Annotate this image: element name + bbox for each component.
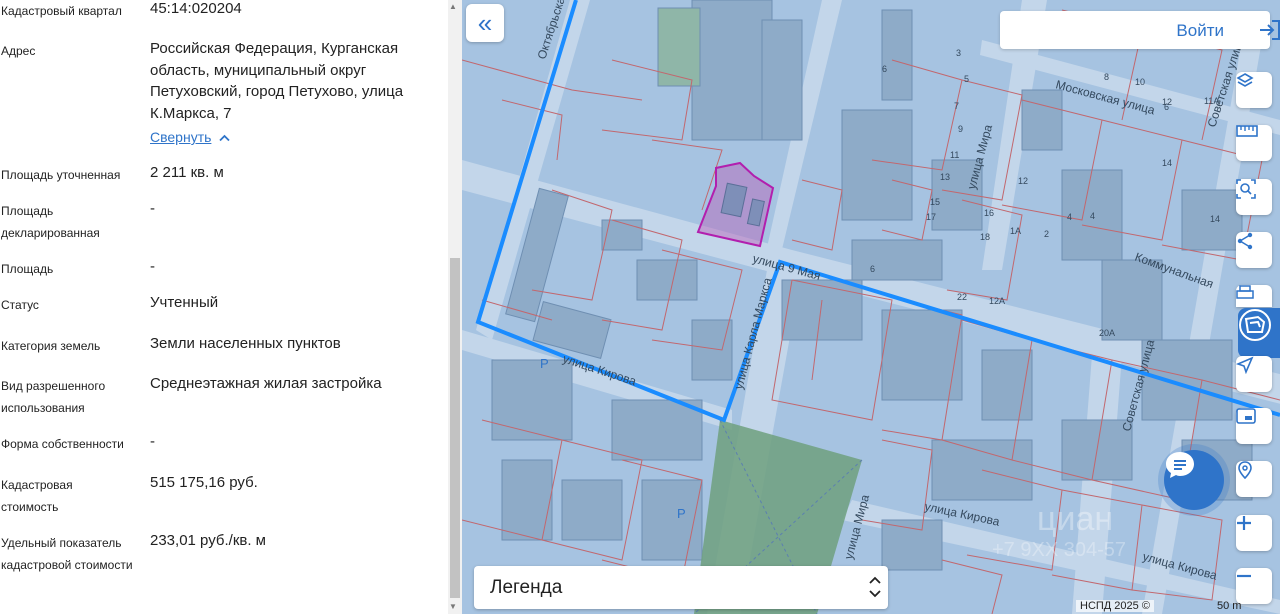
info-value[interactable]: Земли населенных пунктов <box>150 333 440 355</box>
legend-dropdown[interactable]: Легенда <box>474 566 888 609</box>
info-label: Категория земель <box>1 339 101 353</box>
svg-text:17: 17 <box>926 212 936 222</box>
svg-text:6: 6 <box>870 264 875 274</box>
svg-text:2: 2 <box>1044 229 1049 239</box>
zoom-in-button[interactable] <box>1236 515 1272 551</box>
svg-text:12: 12 <box>1018 176 1028 186</box>
legend-label: Легенда <box>490 577 563 598</box>
minimap-button[interactable] <box>1236 408 1272 444</box>
svg-text:20А: 20А <box>1099 328 1115 338</box>
app-root: Кадастровый квартал 45:14:020204 Адрес Р… <box>0 0 1280 614</box>
info-value[interactable]: Российская Федерация, Курганская область… <box>150 38 438 124</box>
info-value[interactable]: Учтенный <box>150 292 440 314</box>
parcel-info-panel: Кадастровый квартал 45:14:020204 Адрес Р… <box>0 0 462 614</box>
pin-search-button[interactable] <box>1236 461 1272 497</box>
info-label: Адрес <box>1 44 36 58</box>
parking-label-1: P <box>540 356 549 371</box>
svg-text:9: 9 <box>958 124 963 134</box>
svg-text:1А: 1А <box>1010 226 1021 236</box>
svg-text:11А: 11А <box>1204 96 1219 106</box>
map-view[interactable]: Октябрьская Московская улица Советская у… <box>462 0 1280 614</box>
svg-text:16: 16 <box>984 208 994 218</box>
my-location-button[interactable] <box>1236 356 1272 392</box>
print-button[interactable] <box>1236 285 1272 307</box>
login-button[interactable]: Войти <box>1000 11 1280 49</box>
scroll-up-arrow-icon[interactable]: ▲ <box>449 2 457 11</box>
zoom-out-button[interactable] <box>1236 568 1272 604</box>
svg-text:13: 13 <box>940 172 950 182</box>
map-canvas[interactable]: Октябрьская Московская улица Советская у… <box>462 0 1280 614</box>
info-value[interactable]: 515 175,16 руб. <box>150 472 440 494</box>
info-value[interactable]: - <box>150 431 440 453</box>
svg-text:11: 11 <box>950 150 959 160</box>
svg-text:7: 7 <box>954 101 959 111</box>
svg-text:12А: 12А <box>989 296 1005 306</box>
info-value[interactable]: Среднеэтажная жилая застройка <box>150 373 440 395</box>
login-label: Войти <box>1176 21 1224 40</box>
collapse-label: Свернуть <box>150 129 212 145</box>
collapse-panel-button[interactable]: « <box>466 4 504 42</box>
svg-text:14: 14 <box>1162 158 1172 168</box>
cadastral-map-badge[interactable] <box>1238 308 1280 358</box>
svg-text:3: 3 <box>956 48 961 58</box>
info-label: Статус <box>1 298 39 312</box>
svg-text:4: 4 <box>1090 211 1095 221</box>
info-label: Площадь декларированная <box>1 204 100 240</box>
info-label: Удельный показатель кадастровой стоимост… <box>1 536 133 572</box>
panel-scrollbar-thumb[interactable] <box>450 258 460 598</box>
info-label: Площадь уточненная <box>1 168 121 182</box>
chat-button[interactable] <box>1164 450 1224 510</box>
map-scale-label: 50 m <box>1217 600 1242 612</box>
parking-label-2: P <box>677 506 686 521</box>
svg-text:22: 22 <box>957 292 967 302</box>
layers-button[interactable] <box>1236 72 1272 108</box>
info-value[interactable]: - <box>150 198 440 220</box>
svg-text:10: 10 <box>1135 77 1145 87</box>
double-chevron-left-icon: « <box>477 8 493 38</box>
svg-text:4: 4 <box>1067 212 1072 222</box>
info-label: Кадастровый квартал <box>1 4 122 18</box>
info-value[interactable]: - <box>150 256 440 278</box>
share-button[interactable] <box>1236 232 1272 268</box>
svg-text:5: 5 <box>964 74 969 84</box>
svg-text:6: 6 <box>1164 102 1169 112</box>
info-label: Кадастровая стоимость <box>1 478 73 514</box>
svg-text:15: 15 <box>930 197 940 207</box>
chevron-up-icon <box>219 129 231 145</box>
info-value[interactable]: 2 211 кв. м <box>150 162 440 184</box>
watermark-text: циан <box>1037 500 1113 538</box>
info-label: Форма собственности <box>1 437 124 451</box>
ruler-button[interactable] <box>1236 125 1272 161</box>
svg-text:6: 6 <box>882 64 887 74</box>
svg-text:8: 8 <box>1104 72 1109 82</box>
svg-text:14: 14 <box>1210 214 1220 224</box>
svg-text:18: 18 <box>980 232 990 242</box>
map-attribution: НСПД 2025 © <box>1076 600 1154 612</box>
info-value[interactable]: 233,01 руб./кв. м <box>150 530 440 552</box>
scroll-down-arrow-icon[interactable]: ▼ <box>449 602 457 611</box>
area-search-button[interactable] <box>1236 179 1272 215</box>
watermark-phone: +7 9ХХ 304-57 <box>992 539 1126 561</box>
info-label: Вид разрешенного использования <box>1 379 106 415</box>
collapse-address-link[interactable]: Свернуть <box>150 129 231 145</box>
info-label: Площадь <box>1 262 54 276</box>
info-value[interactable]: 45:14:020204 <box>150 0 440 20</box>
